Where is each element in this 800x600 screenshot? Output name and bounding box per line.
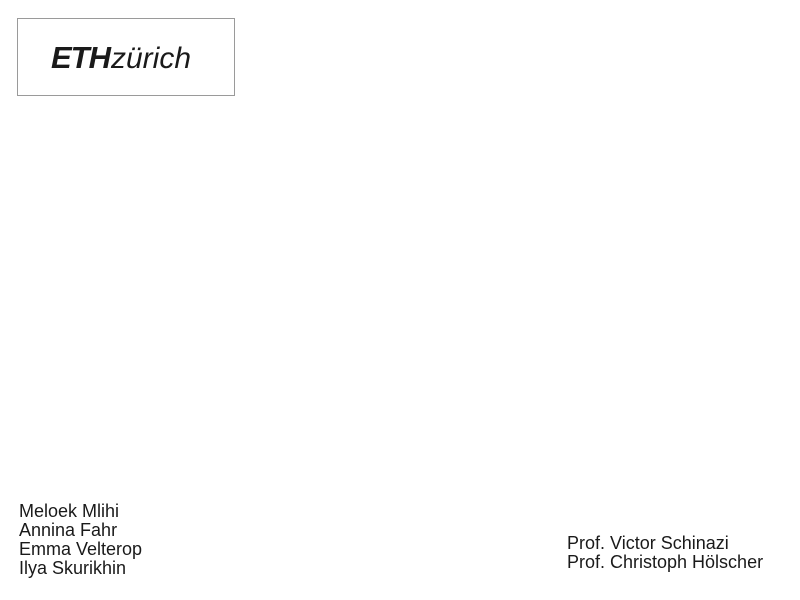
author-name: Ilya Skurikhin [19, 558, 127, 578]
supervisor-list: Prof. Victor Schinazi Prof. Christoph Hö… [567, 534, 763, 572]
author-name: Annina Fahr [19, 520, 118, 540]
logo-eth-text: ETH [51, 40, 112, 74]
logo-zurich-text: zürich [110, 42, 191, 74]
author-list: Meloek Mlihi Annina Fahr Emma Velterop I… [19, 502, 142, 578]
author-name: Emma Velterop [19, 539, 143, 559]
supervisor-name: Prof. Christoph Hölscher [567, 552, 764, 572]
author-name: Meloek Mlihi [19, 501, 120, 521]
eth-zurich-logo: ETH zürich [17, 18, 235, 96]
supervisor-name: Prof. Victor Schinazi [567, 533, 729, 553]
eth-zurich-wordmark: ETH zürich [51, 40, 191, 74]
